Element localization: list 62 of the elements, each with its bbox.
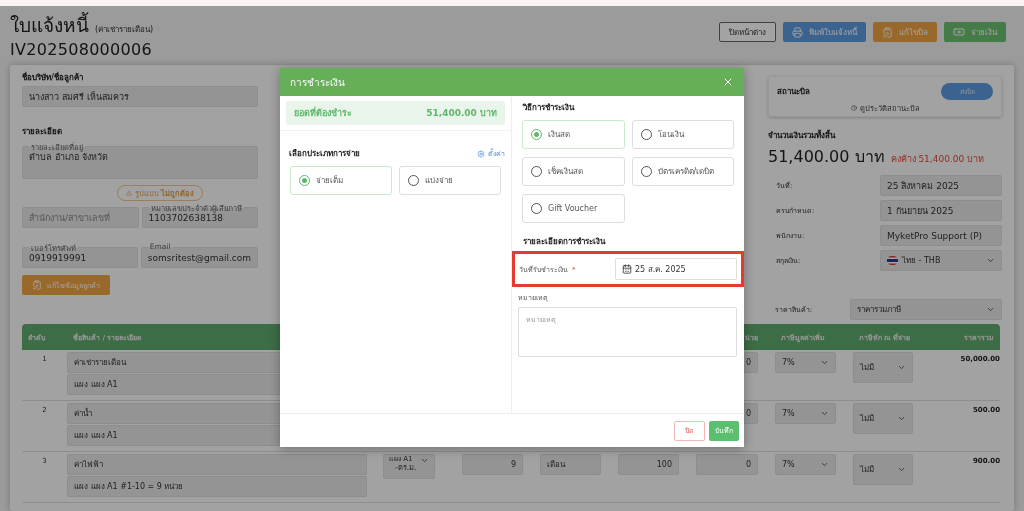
info-field[interactable]: 25 สิงหาคม 2025 <box>880 175 1002 196</box>
payment-type-option[interactable]: จ่ายเต็ม <box>290 166 392 195</box>
payment-method-option[interactable]: เช็คเงินสด <box>522 157 625 186</box>
dialog-title: การชำระเงิน <box>290 75 345 90</box>
amount-due-value: 51,400.00 บาท <box>426 107 497 120</box>
flag-icon <box>887 256 898 265</box>
caret-icon <box>897 363 906 372</box>
close-button[interactable] <box>722 76 734 88</box>
caret-icon <box>986 256 995 265</box>
caret-icon <box>420 456 429 465</box>
customer-name-field[interactable]: นางสาว สมศรี เห็นสมควร <box>22 86 258 107</box>
caret-icon <box>897 465 906 474</box>
status-label: สถานะบิล <box>777 86 810 98</box>
calendar-icon <box>622 264 632 274</box>
banknote-icon <box>953 26 965 38</box>
clock-icon <box>850 105 857 111</box>
caret-icon <box>820 409 829 418</box>
quantity-field[interactable]: 9 <box>462 454 523 475</box>
printer-icon <box>792 26 803 38</box>
payment-method-option[interactable]: โอนเงิน <box>631 120 734 149</box>
date-field[interactable]: 25 ส.ค. 2025 <box>615 258 737 280</box>
discount-field[interactable]: 0 <box>696 454 758 475</box>
amount-due-label: ยอดที่ต้องชำระ <box>294 106 352 120</box>
product-detail-field[interactable]: แผง แผง A1 #1-10 = 9 หน่วย <box>67 476 367 497</box>
price-mode-select[interactable]: ราคารวมภาษี <box>850 299 1002 320</box>
info-field[interactable]: 1 กันยายน 2025 <box>880 200 1002 221</box>
section-label: รายละเอียดการชำระเงิน <box>522 236 607 248</box>
caret-icon <box>897 414 906 423</box>
outstanding-amount: คงค้าง 51,400.00 บาท <box>890 153 985 166</box>
unit-field[interactable]: เดือน <box>540 454 601 475</box>
vat-select[interactable]: 7% <box>775 454 836 475</box>
section-label: วิธีการชำระเงิน <box>521 102 576 114</box>
vat-select[interactable]: 7% <box>775 352 836 373</box>
clipboard-icon <box>32 280 42 290</box>
warning-icon <box>125 190 132 196</box>
page-subtitle: (ค่าเช่ารายเดือน) <box>95 24 154 36</box>
clipboard-icon <box>882 26 893 38</box>
product-name-field[interactable]: ค่าไฟฟ้า <box>67 454 367 475</box>
withholding-select[interactable]: ไม่มี <box>853 454 913 485</box>
withholding-select[interactable]: ไม่มี <box>853 352 913 383</box>
page-title: ใบแจ้งหนี้ <box>10 11 89 38</box>
payment-method-option[interactable]: บัตรเครดิต/เดบิต <box>631 157 734 186</box>
payment-type-option[interactable]: แบ่งจ่าย <box>399 166 501 195</box>
total-amount: 51,400.00 บาท <box>768 146 885 168</box>
total-label: จำนวนเงินรวมทั้งสิ้น <box>768 129 837 142</box>
withholding-select[interactable]: ไม่มี <box>853 403 913 434</box>
section-label: รายละเอียด <box>22 126 63 138</box>
payment-method-option[interactable]: Gift Voucher <box>522 194 625 223</box>
currency-select[interactable]: ไทย - THB <box>880 250 1002 271</box>
caret-icon <box>820 358 829 367</box>
section-label: เลือกประเภทการจ่าย <box>289 148 360 160</box>
settings-icon <box>477 149 485 158</box>
price-field[interactable]: 100 <box>618 454 679 475</box>
currency-value: ไทย - THB <box>902 255 941 267</box>
info-field[interactable]: MyketPro Support (P) <box>880 225 1002 246</box>
vat-select[interactable]: 7% <box>775 403 836 424</box>
action-button[interactable]: ปิดหน้าต่าง <box>719 22 776 42</box>
field-label: ชื่อบริษัท/ชื่อลูกค้า <box>22 71 84 84</box>
payment-method-option[interactable]: เงินสด <box>522 120 625 149</box>
invoice-number: IV202508000006 <box>10 40 154 59</box>
caret-icon <box>820 460 829 469</box>
caret-icon <box>986 305 995 314</box>
